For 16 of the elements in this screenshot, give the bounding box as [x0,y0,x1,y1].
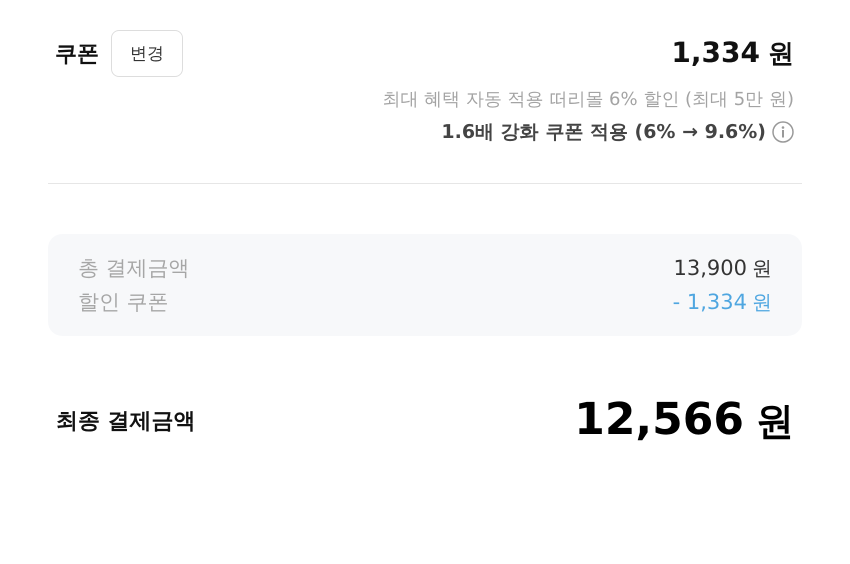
coupon-label: 쿠폰 [55,40,99,68]
currency-unit: 원 [752,288,772,316]
currency-unit: 원 [768,38,794,71]
summary-amount: - 1,334 [672,290,747,314]
final-amount: 12,566 [574,394,744,445]
info-icon[interactable] [772,121,794,143]
currency-unit: 원 [756,398,794,445]
summary-label: 할인 쿠폰 [78,289,169,316]
final-label: 최종 결제금액 [56,408,196,436]
coupon-note: 최대 혜택 자동 적용 떠리몰 6% 할인 (최대 5만 원) [381,88,794,112]
boost-text: 1.6배 강화 쿠폰 적용 (6% → 9.6%) [441,120,766,145]
coupon-amount: 1,334 [671,36,760,69]
summary-amount: 13,900 [674,256,747,280]
summary-label: 총 결제금액 [78,255,190,282]
currency-unit: 원 [752,254,772,282]
change-button[interactable]: 변경 [111,30,183,77]
